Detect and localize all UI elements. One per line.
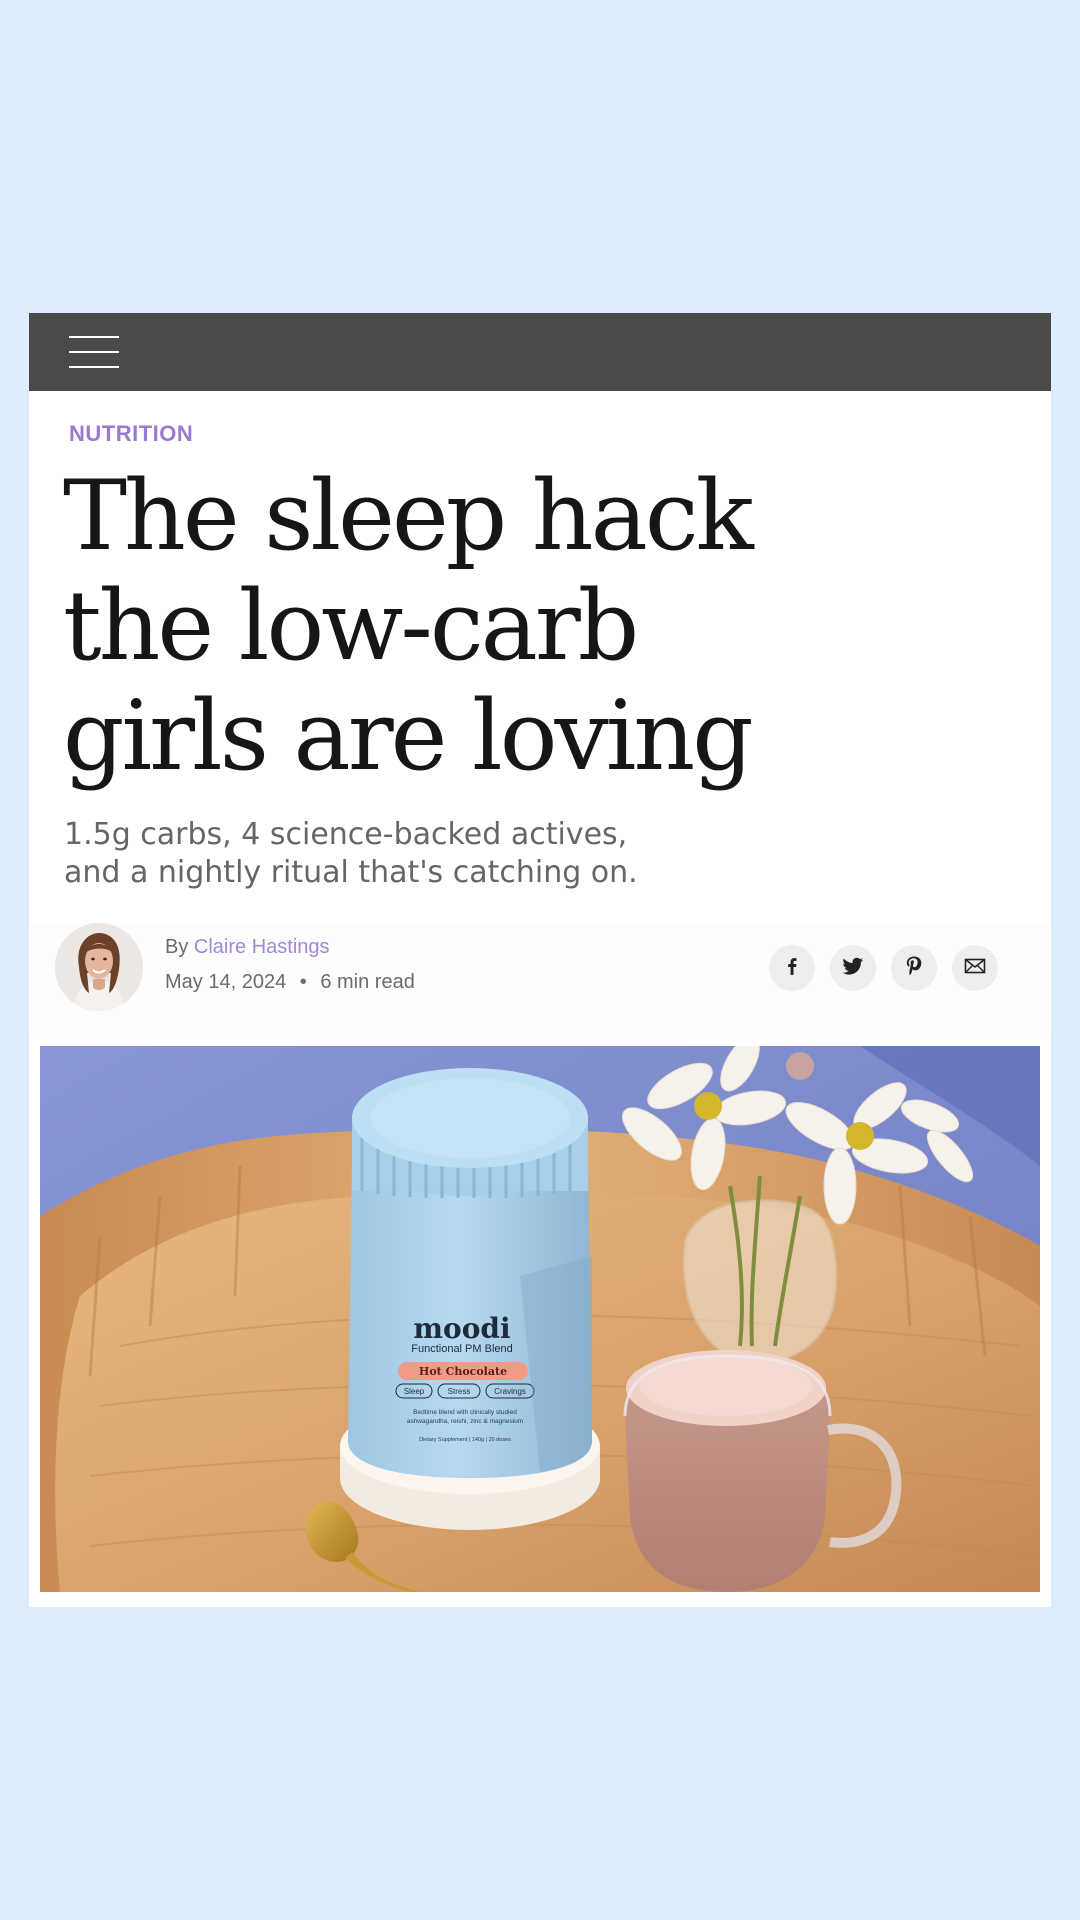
share-email-button[interactable] xyxy=(952,945,998,991)
article-card: NUTRITION The sleep hack the low-carb gi… xyxy=(29,313,1051,1607)
subheadline-line-2: and a nightly ritual that's catching on. xyxy=(64,855,638,890)
article-headline: The sleep hack the low-carb girls are lo… xyxy=(63,461,863,791)
twitter-icon xyxy=(841,955,865,982)
jar-flavor: Hot Chocolate xyxy=(419,1365,507,1378)
byline-prefix: By xyxy=(165,936,189,958)
jar-brand: moodi xyxy=(413,1312,510,1345)
article-subheadline: 1.5g carbs, 4 science-backed actives, an… xyxy=(64,816,684,892)
share-pinterest-button[interactable] xyxy=(891,945,937,991)
article-meta: May 14, 2024 • 6 min read xyxy=(165,971,415,994)
share-twitter-button[interactable] xyxy=(830,945,876,991)
jar-description-line-1: Bedtime blend with clinically studied xyxy=(413,1409,517,1416)
headline-line-3: girls are loving xyxy=(63,680,754,792)
author-name-link[interactable]: Claire Hastings xyxy=(194,936,330,958)
headline-line-1: The sleep hack xyxy=(63,460,754,572)
share-facebook-button[interactable] xyxy=(769,945,815,991)
jar-description-line-2: ashwagandha, reishi, zinc & magnesium xyxy=(407,1418,523,1425)
jar-subtitle: Functional PM Blend xyxy=(411,1343,513,1355)
hero-image: moodi Functional PM Blend Hot Chocolate … xyxy=(40,1046,1040,1592)
read-time: 6 min read xyxy=(320,971,415,993)
top-navigation-bar xyxy=(29,313,1051,391)
facebook-icon xyxy=(781,955,803,982)
publish-date: May 14, 2024 xyxy=(165,971,287,993)
jar-tag-cravings: Cravings xyxy=(494,1387,526,1396)
byline-row: By Claire Hastings May 14, 2024 • 6 min … xyxy=(29,923,1051,1033)
author-avatar[interactable] xyxy=(55,923,143,1011)
email-icon xyxy=(963,956,987,981)
author-byline: By Claire Hastings xyxy=(165,936,330,959)
pinterest-icon xyxy=(903,954,925,983)
hamburger-menu-icon[interactable] xyxy=(69,335,119,369)
category-link[interactable]: NUTRITION xyxy=(69,421,193,447)
headline-line-2: the low-carb xyxy=(63,570,639,682)
jar-tag-sleep: Sleep xyxy=(404,1387,425,1396)
jar-footer: Dietary Supplement | 140g | 20 doses xyxy=(419,1437,511,1443)
subheadline-line-1: 1.5g carbs, 4 science-backed actives, xyxy=(64,817,628,852)
meta-separator: • xyxy=(299,971,307,993)
jar-tag-stress: Stress xyxy=(448,1387,471,1396)
